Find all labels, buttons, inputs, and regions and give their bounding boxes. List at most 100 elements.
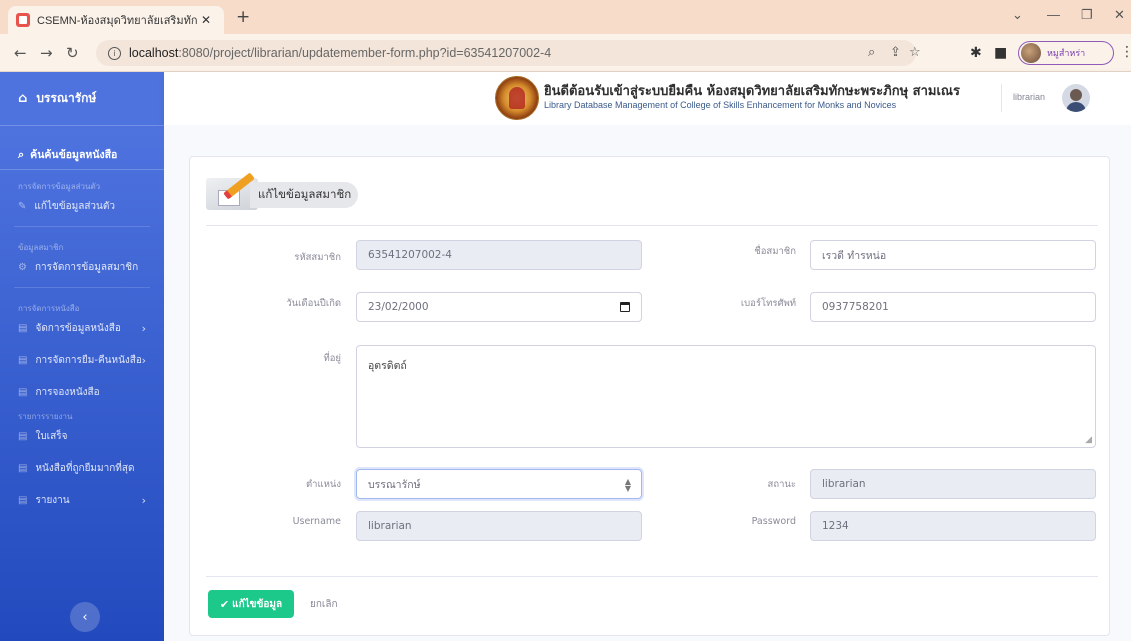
forward-icon[interactable]: →: [40, 44, 53, 62]
sidebar-toggle-button[interactable]: ‹: [70, 602, 100, 632]
sidebar-heading-member: ข้อมูลสมาชิก: [18, 243, 64, 252]
tab-close-icon[interactable]: ✕: [201, 13, 211, 27]
close-window-icon[interactable]: ✕: [1114, 7, 1125, 23]
share-icon[interactable]: ⇪: [890, 45, 901, 60]
tab-search-icon[interactable]: ⌄: [1012, 7, 1023, 23]
gear-icon: ⚙: [18, 261, 27, 273]
chevron-right-icon: ›: [141, 321, 146, 335]
birthdate-field[interactable]: 23/02/2000: [356, 292, 642, 322]
sidebar-item-edit-profile[interactable]: ✎ แก้ไขข้อมูลส่วนตัว: [0, 190, 164, 222]
browser-toolbar: ← → ↻ i localhost:8080/project/librarian…: [0, 34, 1131, 72]
sidebar-item-label: ใบเสร็จ: [35, 430, 68, 442]
birthdate-value: 23/02/2000: [368, 301, 429, 313]
username-label: Username: [292, 516, 341, 527]
sidebar: ⌂ บรรณารักษ์ ⌕ ค้นค้นข้อมูลหนังสือ การจั…: [0, 72, 164, 641]
user-avatar[interactable]: [1062, 84, 1090, 112]
sidebar-item-members[interactable]: ⚙ การจัดการข้อมูลสมาชิก: [0, 251, 164, 283]
sidebar-item-label: รายงาน: [35, 494, 70, 506]
profile-avatar: [1021, 43, 1041, 63]
browser-tab[interactable]: CSEMN-ห้องสมุดวิทยาลัยเสริมทักษะ ✕: [8, 6, 224, 34]
status-value: librarian: [822, 478, 866, 490]
sidebar-item-books[interactable]: ▤ จัดการข้อมูลหนังสือ ›: [0, 312, 164, 344]
new-tab-icon[interactable]: +: [236, 7, 250, 27]
card-title: แก้ไขข้อมูลสมาชิก: [250, 182, 358, 208]
username-field[interactable]: librarian: [356, 511, 642, 541]
sidebar-heading-books: การจัดการหนังสือ: [18, 304, 80, 313]
edit-icon: ✎: [18, 200, 27, 212]
address-textarea[interactable]: อุตรดิตถ์ ◢: [356, 345, 1096, 448]
password-value: 1234: [822, 520, 849, 532]
profile-name: หมูสำหร่า: [1047, 49, 1086, 59]
resize-grip-icon[interactable]: ◢: [1085, 435, 1092, 445]
position-label: ตำแหน่ง: [305, 479, 341, 490]
sidebar-item-label: การจัดการข้อมูลสมาชิก: [34, 261, 139, 273]
position-select[interactable]: บรรณารักษ์ ▲ ▼: [356, 469, 642, 499]
browser-tabbar: CSEMN-ห้องสมุดวิทยาลัยเสริมทักษะ ✕ + ⌄ —…: [0, 0, 1131, 34]
book-icon: ▤: [18, 322, 28, 334]
sidebar-item-popular-books[interactable]: ▤ หนังสือที่ถูกยืมมากที่สุด: [0, 452, 164, 484]
sidebar-item-label: หนังสือที่ถูกยืมมากที่สุด: [35, 462, 135, 474]
sidebar-brand-label: บรรณารักษ์: [36, 91, 97, 105]
site-title: ยินดีต้อนรับเข้าสู่ระบบยืมคืน ห้องสมุดวิ…: [544, 84, 960, 99]
favicon-icon: [16, 13, 30, 27]
member-id-field[interactable]: 63541207002-4: [356, 240, 642, 270]
phone-field[interactable]: 0937758201: [810, 292, 1096, 322]
position-value: บรรณารักษ์: [368, 478, 421, 491]
profile-button[interactable]: หมูสำหร่า: [1018, 41, 1114, 65]
password-label: Password: [751, 516, 796, 527]
chevron-right-icon: ›: [141, 493, 146, 507]
birthdate-label: วันเดือนปีเกิด: [286, 298, 341, 309]
search-icon: ⌕: [18, 147, 25, 161]
member-name-field[interactable]: เรวดี ทำรหน่อ: [810, 240, 1096, 270]
bookmark-star-icon[interactable]: ☆: [909, 45, 921, 60]
sidebar-item-borrow-return[interactable]: ▤ การจัดการยืม-คืนหนังสือ ›: [0, 344, 164, 376]
site-subtitle: Library Database Management of College o…: [544, 100, 897, 110]
sidebar-item-label: การจัดการยืม-คืนหนังสือ: [35, 354, 142, 366]
sidebar-item-fine[interactable]: ▤ ใบเสร็จ: [0, 420, 164, 452]
sidebar-brand[interactable]: ⌂ บรรณารักษ์: [0, 72, 164, 126]
password-field[interactable]: 1234: [810, 511, 1096, 541]
status-field[interactable]: librarian: [810, 469, 1096, 499]
reload-icon[interactable]: ↻: [66, 44, 79, 62]
member-id-value: 63541207002-4: [368, 249, 452, 261]
divider: [206, 576, 1098, 577]
college-logo: [495, 76, 539, 120]
zoom-icon[interactable]: ⌕: [868, 45, 875, 60]
sidepanel-icon[interactable]: ■: [994, 45, 1007, 61]
minimize-icon[interactable]: —: [1047, 7, 1060, 22]
chevron-right-icon: ›: [141, 353, 146, 367]
address-label: ที่อยู่: [323, 353, 341, 364]
browser-menu-icon[interactable]: ⋮: [1120, 44, 1131, 60]
member-name-label: ชื่อสมาชิก: [754, 246, 796, 257]
extensions-icon[interactable]: ✱: [970, 45, 982, 61]
member-id-label: รหัสสมาชิก: [294, 252, 341, 263]
maximize-icon[interactable]: ❐: [1081, 7, 1093, 23]
receipt-icon: ▤: [18, 430, 28, 442]
check-icon: ✔: [219, 597, 230, 611]
phone-label: เบอร์โทรศัพท์: [740, 298, 796, 309]
sidebar-item-label: แก้ไขข้อมูลส่วนตัว: [34, 200, 115, 212]
sidebar-item-book-search[interactable]: ⌕ ค้นค้นข้อมูลหนังสือ: [0, 126, 164, 170]
card-header: แก้ไขข้อมูลสมาชิก: [206, 172, 358, 212]
back-icon[interactable]: ←: [14, 44, 27, 62]
calendar-icon[interactable]: [620, 302, 630, 312]
report-icon: ▤: [18, 494, 28, 506]
url-text: localhost:8080/project/librarian/updatem…: [129, 46, 552, 60]
save-button[interactable]: ✔ แก้ไขข้อมูล: [208, 590, 294, 618]
address-value: อุตรดิตถ์: [368, 360, 407, 372]
book-icon: ▤: [18, 354, 28, 366]
sidebar-heading-report: รายการรายงาน: [18, 412, 73, 421]
phone-value: 0937758201: [822, 301, 889, 313]
sidebar-item-report[interactable]: ▤ รายงาน ›: [0, 484, 164, 516]
address-bar[interactable]: i localhost:8080/project/librarian/updat…: [96, 40, 921, 66]
user-name[interactable]: librarian: [1013, 92, 1045, 102]
book-icon: ▤: [18, 386, 28, 398]
sidebar-item-label: การจองหนังสือ: [35, 386, 100, 398]
status-label: สถานะ: [767, 479, 796, 490]
sidebar-item-reserve[interactable]: ▤ การจองหนังสือ: [0, 376, 164, 408]
topbar: ยินดีต้อนรับเข้าสู่ระบบยืมคืน ห้องสมุดวิ…: [164, 72, 1131, 125]
divider: [206, 225, 1098, 226]
book-icon: ▤: [18, 462, 28, 474]
site-info-icon[interactable]: i: [108, 46, 121, 60]
cancel-button[interactable]: ยกเลิก: [310, 597, 338, 612]
